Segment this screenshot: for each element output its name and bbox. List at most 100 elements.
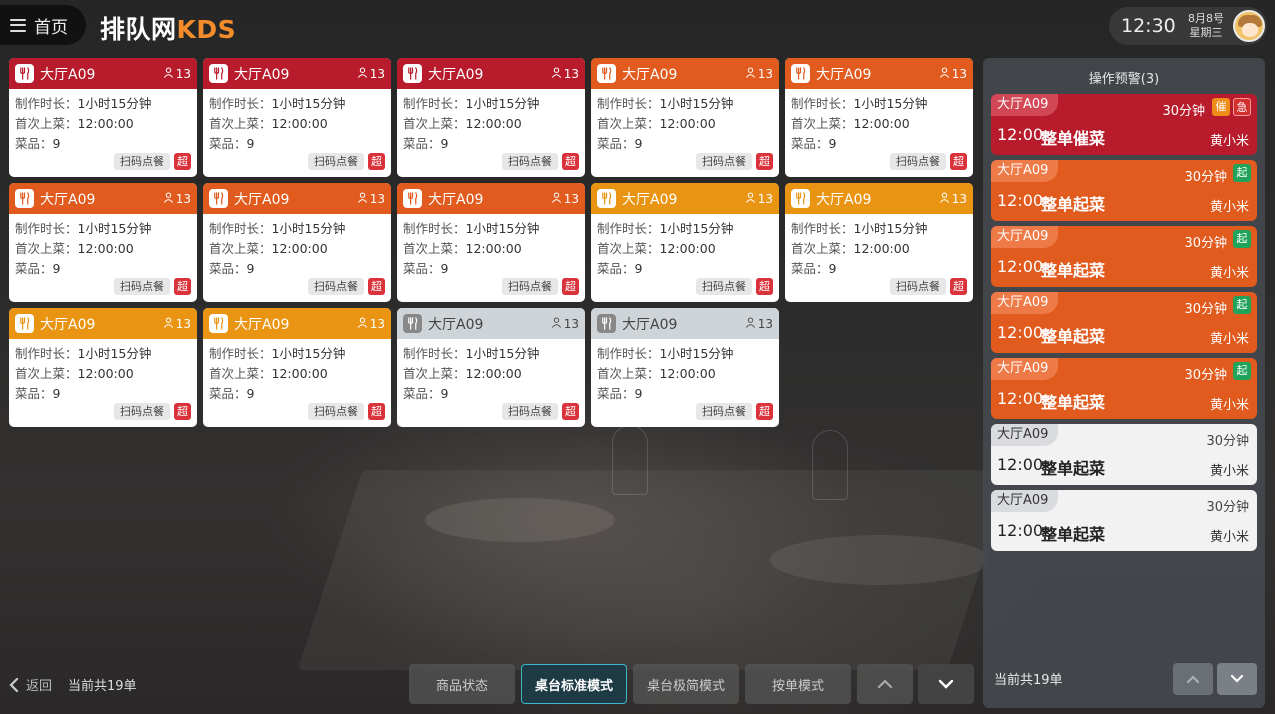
guest-count: 13: [357, 192, 385, 206]
chevron-down-icon: [938, 679, 954, 689]
order-card[interactable]: 大厅A09 13 制作时长：1小时15分钟 首次上菜：12:00:00 菜品：9…: [397, 183, 585, 302]
mode-button-table-minimal[interactable]: 桌台极简模式: [633, 664, 739, 704]
clock-date: 8月8号 星期三: [1181, 12, 1231, 40]
alert-item[interactable]: 大厅A09 30分钟 12:00 整单起菜 黄小米: [991, 424, 1257, 485]
first-serve-value: 12:00:00: [659, 366, 716, 381]
card-header: 大厅A09 13: [203, 308, 391, 339]
order-card[interactable]: 大厅A09 13 制作时长：1小时15分钟 首次上菜：12:00:00 菜品：9…: [9, 183, 197, 302]
table-name: 大厅A09: [428, 316, 484, 333]
first-serve-label: 首次上菜：: [403, 241, 466, 256]
card-tags: 扫码点餐 超: [502, 153, 579, 170]
first-serve-label: 首次上菜：: [209, 116, 272, 131]
alert-item[interactable]: 大厅A09 30分钟 起 12:00 整单起菜 黄小米: [991, 226, 1257, 287]
chevron-left-icon: [9, 677, 19, 692]
mode-button-table-standard[interactable]: 桌台标准模式: [521, 664, 627, 704]
panel-scroll-down-button[interactable]: [1217, 663, 1257, 695]
alert-badges: 起: [1233, 296, 1251, 314]
person-icon: [745, 317, 756, 331]
alert-person: 黄小米: [1209, 266, 1249, 281]
order-card[interactable]: 大厅A09 13 制作时长：1小时15分钟 首次上菜：12:00:00 菜品：9…: [397, 308, 585, 427]
source-tag: 扫码点餐: [502, 403, 558, 420]
dishes-label: 菜品：: [209, 261, 247, 276]
alert-item[interactable]: 大厅A09 30分钟 催急 12:00 整单催菜 黄小米: [991, 94, 1257, 155]
card-header: 大厅A09 13: [9, 183, 197, 214]
dishes-value: 9: [52, 261, 61, 276]
order-card[interactable]: 大厅A09 13 制作时长：1小时15分钟 首次上菜：12:00:00 菜品：9…: [591, 308, 779, 427]
date-text: 8月8号: [1188, 12, 1224, 25]
back-label: 返回: [26, 679, 53, 694]
alert-item[interactable]: 大厅A09 30分钟 12:00 整单起菜 黄小米: [991, 490, 1257, 551]
table-name: 大厅A09: [234, 316, 290, 333]
alert-badges: 起: [1233, 230, 1251, 248]
order-card[interactable]: 大厅A09 13 制作时长：1小时15分钟 首次上菜：12:00:00 菜品：9…: [203, 58, 391, 177]
order-count: 当前共19单: [68, 679, 137, 694]
order-card[interactable]: 大厅A09 13 制作时长：1小时15分钟 首次上菜：12:00:00 菜品：9…: [9, 308, 197, 427]
cutlery-icon: [597, 314, 616, 333]
order-card[interactable]: 大厅A09 13 制作时长：1小时15分钟 首次上菜：12:00:00 菜品：9…: [9, 58, 197, 177]
overtime-badge: 超: [174, 153, 191, 170]
mode-button-by-order[interactable]: 按单模式: [745, 664, 851, 704]
menu-icon[interactable]: [10, 18, 26, 32]
person-icon: [357, 317, 368, 331]
first-serve-value: 12:00:00: [465, 366, 522, 381]
dishes-label: 菜品：: [15, 136, 53, 151]
dishes-label: 菜品：: [791, 136, 829, 151]
card-tags: 扫码点餐 超: [696, 278, 773, 295]
order-card[interactable]: 大厅A09 13 制作时长：1小时15分钟 首次上菜：12:00:00 菜品：9…: [591, 58, 779, 177]
home-button[interactable]: 首页: [0, 5, 86, 45]
card-header: 大厅A09 13: [203, 58, 391, 89]
dishes-label: 菜品：: [403, 261, 441, 276]
urgent-badge: 急: [1233, 98, 1251, 116]
page-up-button[interactable]: [857, 664, 913, 704]
person-icon: [939, 67, 950, 81]
alert-action: 整单起菜: [1041, 195, 1106, 214]
guest-count: 13: [551, 317, 579, 331]
first-serve-label: 首次上菜：: [15, 116, 78, 131]
card-tags: 扫码点餐 超: [890, 278, 967, 295]
cutlery-icon: [597, 189, 616, 208]
duration-label: 制作时长：: [15, 221, 78, 236]
card-body: 制作时长：1小时15分钟 首次上菜：12:00:00 菜品：9 扫码点餐 超: [591, 214, 779, 302]
start-badge: 起: [1233, 164, 1251, 182]
first-serve-value: 12:00:00: [659, 241, 716, 256]
first-serve-value: 12:00:00: [659, 116, 716, 131]
cutlery-icon: [209, 314, 228, 333]
order-card[interactable]: 大厅A09 13 制作时长：1小时15分钟 首次上菜：12:00:00 菜品：9…: [397, 58, 585, 177]
cutlery-icon: [403, 64, 422, 83]
alert-item[interactable]: 大厅A09 30分钟 起 12:00 整单起菜 黄小米: [991, 292, 1257, 353]
alert-panel: 操作预警(3) 大厅A09 30分钟 催急 12:00 整单催菜 黄小米 大厅A…: [983, 58, 1265, 708]
card-tags: 扫码点餐 超: [890, 153, 967, 170]
overtime-badge: 超: [368, 403, 385, 420]
mode-button-goods-status[interactable]: 商品状态: [409, 664, 515, 704]
order-card[interactable]: 大厅A09 13 制作时长：1小时15分钟 首次上菜：12:00:00 菜品：9…: [203, 183, 391, 302]
first-serve-label: 首次上菜：: [597, 366, 660, 381]
order-card[interactable]: 大厅A09 13 制作时长：1小时15分钟 首次上菜：12:00:00 菜品：9…: [785, 58, 973, 177]
card-body: 制作时长：1小时15分钟 首次上菜：12:00:00 菜品：9 扫码点餐 超: [591, 339, 779, 427]
order-card[interactable]: 大厅A09 13 制作时长：1小时15分钟 首次上菜：12:00:00 菜品：9…: [785, 183, 973, 302]
overtime-badge: 超: [368, 278, 385, 295]
panel-scroll-up-button[interactable]: [1173, 663, 1213, 695]
table-name: 大厅A09: [234, 191, 290, 208]
source-tag: 扫码点餐: [114, 403, 170, 420]
back-button[interactable]: 返回: [8, 675, 52, 694]
card-tags: 扫码点餐 超: [114, 153, 191, 170]
duration-value: 1小时15分钟: [853, 221, 928, 236]
background-table: [297, 470, 1013, 670]
alert-table-name: 大厅A09: [991, 292, 1059, 314]
card-tags: 扫码点餐 超: [502, 278, 579, 295]
alert-item[interactable]: 大厅A09 30分钟 起 12:00 整单起菜 黄小米: [991, 358, 1257, 419]
card-body: 制作时长：1小时15分钟 首次上菜：12:00:00 菜品：9 扫码点餐 超: [203, 214, 391, 302]
alert-elapsed: 30分钟: [1184, 236, 1227, 251]
start-badge: 起: [1233, 362, 1251, 380]
duration-value: 1小时15分钟: [465, 96, 540, 111]
alert-time: 12:00: [997, 455, 1044, 474]
alert-item[interactable]: 大厅A09 30分钟 起 12:00 整单起菜 黄小米: [991, 160, 1257, 221]
cutlery-icon: [403, 189, 422, 208]
source-tag: 扫码点餐: [308, 403, 364, 420]
order-card[interactable]: 大厅A09 13 制作时长：1小时15分钟 首次上菜：12:00:00 菜品：9…: [591, 183, 779, 302]
order-card[interactable]: 大厅A09 13 制作时长：1小时15分钟 首次上菜：12:00:00 菜品：9…: [203, 308, 391, 427]
avatar[interactable]: [1233, 10, 1265, 42]
card-header: 大厅A09 13: [397, 308, 585, 339]
guest-count: 13: [745, 317, 773, 331]
page-down-button[interactable]: [918, 664, 974, 704]
